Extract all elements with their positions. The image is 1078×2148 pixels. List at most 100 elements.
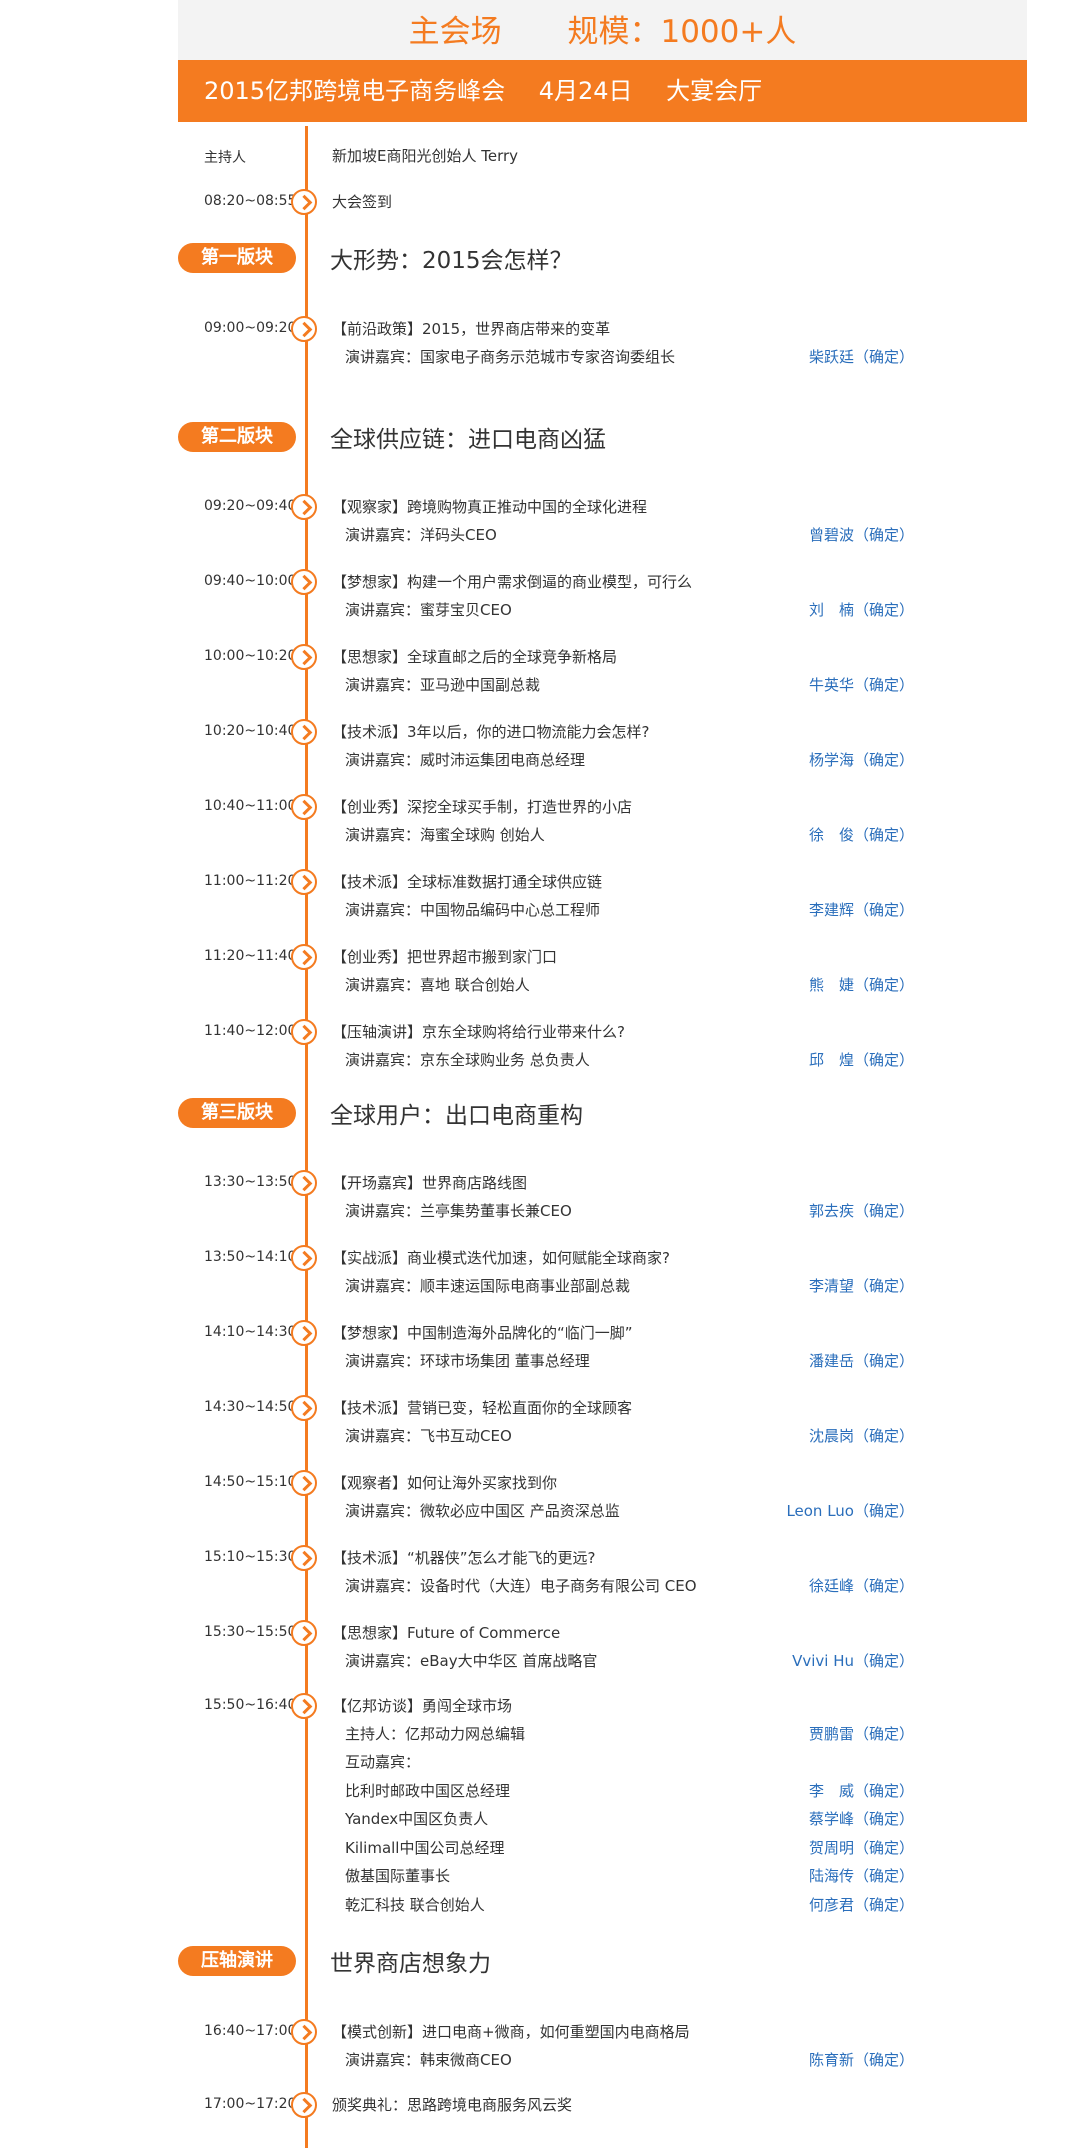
session-time: 10:20~10:40: [204, 723, 297, 739]
session-time: 11:00~11:20: [204, 873, 297, 889]
session-time: 11:40~12:00: [204, 1023, 297, 1039]
arrow-icon: [291, 794, 317, 820]
session-speaker: 潘建岳（确定）: [808, 1352, 914, 1370]
arrow-icon: [291, 644, 317, 670]
session-time: 10:00~10:20: [204, 648, 297, 664]
panel-guest-speaker: 李 威（确定）: [808, 1782, 914, 1800]
session-topic: 【思想家】全球直邮之后的全球竞争新格局: [332, 648, 618, 666]
session-time: 15:10~15:30: [204, 1549, 297, 1565]
session-role: 演讲嘉宾：eBay大中华区 首席战略官: [345, 1652, 598, 1670]
session-role: 演讲嘉宾：蜜芽宝贝CEO: [345, 601, 512, 619]
session-speaker: 李建辉（确定）: [808, 901, 914, 919]
arrow-icon: [291, 1320, 317, 1346]
session-speaker: 沈晨岗（确定）: [808, 1427, 914, 1445]
session-speaker: 徐 俊（确定）: [808, 826, 914, 844]
panel-host-speaker: 贾鹏雷（确定）: [808, 1725, 914, 1743]
panel-topic: 【亿邦访谈】勇闯全球市场: [332, 1697, 513, 1715]
session-time: 13:50~14:10: [204, 1249, 297, 1265]
session-topic: 【梦想家】中国制造海外品牌化的“临门一脚”: [332, 1324, 633, 1342]
session-role: 演讲嘉宾：喜地 联合创始人: [345, 976, 530, 994]
section-title: 全球供应链：进口电商凶猛: [330, 427, 606, 453]
section-title: 世界商店想象力: [330, 1951, 491, 1977]
session-role: 演讲嘉宾：设备时代（大连）电子商务有限公司 CEO: [345, 1577, 697, 1595]
session-speaker: 郭去疾（确定）: [808, 1202, 914, 1220]
panel-guest-role: 乾汇科技 联合创始人: [345, 1896, 485, 1914]
panel-guest-role: Yandex中国区负责人: [345, 1810, 489, 1828]
arrow-icon: [291, 1395, 317, 1421]
session-topic: 【技术派】3年以后，你的进口物流能力会怎样?: [332, 723, 650, 741]
host-name: 新加坡E商阳光创始人 Terry: [332, 147, 519, 165]
arrow-icon: [291, 494, 317, 520]
session-role: 演讲嘉宾：海蜜全球购 创始人: [345, 826, 545, 844]
session-time: 09:00~09:20: [204, 320, 297, 336]
session-topic: 【模式创新】进口电商+微商，如何重塑国内电商格局: [332, 2023, 690, 2041]
event-banner: 2015亿邦跨境电子商务峰会 4月24日 大宴会厅: [178, 60, 1027, 122]
arrow-icon: [291, 569, 317, 595]
checkin-time: 08:20~08:55: [204, 193, 297, 209]
event-name: 2015亿邦跨境电子商务峰会: [204, 77, 506, 105]
arrow-icon: [291, 719, 317, 745]
session-role: 演讲嘉宾：顺丰速运国际电商事业部副总裁: [345, 1277, 631, 1295]
session-time: 16:40~17:00: [204, 2023, 297, 2039]
session-role: 演讲嘉宾：京东全球购业务 总负责人: [345, 1051, 590, 1069]
panel-guest-speaker: 贺周明（确定）: [808, 1839, 914, 1857]
venue-header: 主会场 规模：1000+人: [178, 6, 1027, 51]
session-time: 14:50~15:10: [204, 1474, 297, 1490]
section-badge: 第二版块: [178, 422, 296, 452]
session-speaker: 刘 楠（确定）: [808, 601, 914, 619]
session-topic: 【压轴演讲】京东全球购将给行业带来什么?: [332, 1023, 625, 1041]
session-topic: 【观察家】跨境购物真正推动中国的全球化进程: [332, 498, 648, 516]
session-role: 演讲嘉宾：威时沛运集团电商总经理: [345, 751, 586, 769]
session-topic: 【创业秀】把世界超市搬到家门口: [332, 948, 558, 966]
session-speaker: Vvivi Hu（确定）: [792, 1652, 914, 1670]
award-text: 颁奖典礼：思路跨境电商服务风云奖: [332, 2096, 573, 2114]
arrow-icon: [291, 1545, 317, 1571]
session-topic: 【思想家】Future of Commerce: [332, 1624, 561, 1642]
arrow-icon: [291, 1245, 317, 1271]
session-topic: 【创业秀】深挖全球买手制，打造世界的小店: [332, 798, 633, 816]
venue-name: 主会场: [408, 14, 502, 50]
session-topic: 【技术派】营销已变，轻松直面你的全球顾客: [332, 1399, 633, 1417]
arrow-icon: [291, 1620, 317, 1646]
arrow-icon: [291, 1693, 317, 1719]
event-date: 4月24日: [538, 77, 633, 105]
panel-guest-role: Kilimall中国公司总经理: [345, 1839, 505, 1857]
session-topic: 【开场嘉宾】世界商店路线图: [332, 1174, 528, 1192]
panel-guest-role: 傲基国际董事长: [345, 1867, 451, 1885]
section-title: 大形势：2015会怎样？: [330, 248, 573, 274]
section-badge: 第三版块: [178, 1098, 296, 1128]
award-time: 17:00~17:20: [204, 2096, 297, 2112]
session-time: 10:40~11:00: [204, 798, 297, 814]
section-badge: 压轴演讲: [178, 1946, 296, 1976]
section-title: 全球用户：出口电商重构: [330, 1103, 583, 1129]
session-time: 13:30~13:50: [204, 1174, 297, 1190]
panel-time: 15:50~16:40: [204, 1697, 297, 1713]
session-time: 11:20~11:40: [204, 948, 297, 964]
panel-guest-speaker: 陆海传（确定）: [808, 1867, 914, 1885]
arrow-icon: [291, 1170, 317, 1196]
section-badge: 第一版块: [178, 243, 296, 273]
session-speaker: 李清望（确定）: [808, 1277, 914, 1295]
session-role: 演讲嘉宾：微软必应中国区 产品资深总监: [345, 1502, 620, 1520]
arrow-icon: [291, 2019, 317, 2045]
timeline-line: [305, 126, 308, 2148]
arrow-icon: [291, 1019, 317, 1045]
session-role: 演讲嘉宾：中国物品编码中心总工程师: [345, 901, 601, 919]
arrow-icon: [291, 189, 317, 215]
panel-interact-label: 互动嘉宾：: [345, 1753, 421, 1771]
arrow-icon: [291, 1470, 317, 1496]
arrow-icon: [291, 2092, 317, 2118]
host-label: 主持人: [204, 150, 246, 166]
session-role: 演讲嘉宾：韩束微商CEO: [345, 2051, 512, 2069]
session-speaker: 杨学海（确定）: [808, 751, 914, 769]
arrow-icon: [291, 316, 317, 342]
venue-scale: 规模：1000+人: [567, 14, 797, 50]
session-topic: 【实战派】商业模式迭代加速，如何赋能全球商家?: [332, 1249, 670, 1267]
session-time: 09:20~09:40: [204, 498, 297, 514]
session-time: 09:40~10:00: [204, 573, 297, 589]
session-speaker: 柴跃廷（确定）: [808, 348, 914, 366]
session-speaker: Leon Luo（确定）: [786, 1502, 914, 1520]
session-topic: 【梦想家】构建一个用户需求倒逼的商业模型，可行么: [332, 573, 693, 591]
session-speaker: 陈育新（确定）: [808, 2051, 914, 2069]
session-topic: 【前沿政策】2015，世界商店带来的变革: [332, 320, 611, 338]
